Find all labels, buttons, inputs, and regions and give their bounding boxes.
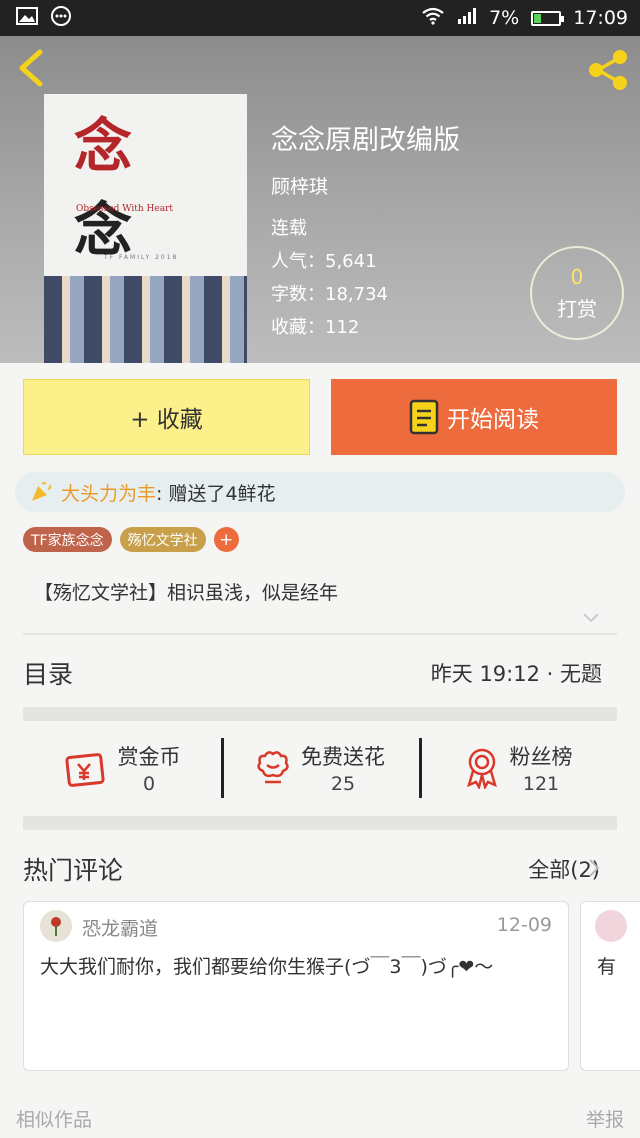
battery-icon: [531, 10, 565, 26]
chevron-left-icon: [19, 49, 43, 87]
report-link[interactable]: 举报: [586, 1105, 624, 1132]
section-band: [23, 816, 617, 830]
share-button[interactable]: [586, 48, 630, 92]
cover-title: 念念: [74, 112, 132, 264]
favorite-button[interactable]: + 收藏: [23, 379, 310, 455]
book-cover[interactable]: 念念 Obsessed With Heart TF FAMILY 2018: [44, 94, 247, 363]
toc-latest-chapter[interactable]: 昨天 19:12 · 无题: [431, 658, 602, 688]
book-author[interactable]: 顾梓琪: [271, 172, 328, 199]
comment-body: 有: [597, 956, 617, 978]
stat-gold-coins[interactable]: 赏金币 0: [23, 722, 221, 814]
section-band: [23, 707, 617, 721]
start-reading-label: 开始阅读: [447, 407, 539, 433]
comment-user[interactable]: 恐龙霸道: [82, 914, 158, 941]
book-title: 念念原剧改编版: [271, 125, 460, 156]
comment-body: 大大我们耐你，我们都要给你生猴子(づ￣3￣)づ╭❤～: [40, 956, 494, 978]
cover-small-text: TF FAMILY 2018: [104, 254, 179, 261]
toc-title[interactable]: 目录: [23, 655, 73, 691]
cover-group-photo: [44, 276, 247, 363]
gift-text: : 赠送了4鲜花: [156, 482, 276, 505]
avatar[interactable]: [40, 910, 72, 942]
stat-fan-ranking[interactable]: 粉丝榜 121: [419, 722, 617, 814]
status-bar: 7% 17:09: [0, 0, 640, 36]
book-header: 念念 Obsessed With Heart TF FAMILY 2018 念念…: [0, 36, 640, 363]
tag-literary-club[interactable]: 殇忆文学社: [119, 527, 206, 552]
battery-percent: 7%: [489, 7, 520, 29]
stat-value: 25: [330, 773, 356, 795]
add-tag-button[interactable]: +: [213, 527, 239, 552]
divider: [23, 633, 617, 635]
signal-icon: [457, 7, 477, 30]
share-icon: [589, 50, 627, 90]
flower-icon: [257, 751, 289, 784]
hot-comments-title: 热门评论: [23, 856, 124, 885]
gift-user: 大头力为丰: [61, 482, 157, 505]
book-icon: [409, 399, 439, 435]
tag-tf-family[interactable]: TF家族念念: [23, 527, 112, 552]
stat-label: 免费送花: [301, 745, 385, 769]
gallery-icon: [16, 6, 38, 30]
stat-free-flowers[interactable]: 免费送花 25: [221, 722, 419, 814]
gift-notice[interactable]: 大头力为丰 : 赠送了4鲜花: [15, 472, 625, 512]
book-intro: 【殇忆文学社】相识虽浅，似是经年: [34, 582, 339, 604]
cover-subtitle: Obsessed With Heart: [76, 204, 173, 214]
book-popularity: 人气：5,641: [271, 251, 377, 272]
red-envelope-icon: [64, 753, 105, 787]
party-popper-icon: [32, 482, 52, 501]
book-word-count: 字数：18,734: [271, 284, 388, 305]
stat-value: 0: [142, 773, 156, 795]
comment-card[interactable]: 恐龙霸道 12-09 大大我们耐你，我们都要给你生猴子(づ￣3￣)づ╭❤～: [23, 901, 569, 1071]
reward-count: 0: [570, 264, 584, 289]
clock: 17:09: [573, 7, 628, 29]
start-reading-button[interactable]: 开始阅读: [331, 379, 617, 455]
message-icon: [50, 5, 72, 32]
avatar[interactable]: [595, 910, 627, 942]
rose-icon: [51, 917, 61, 936]
chevron-down-icon[interactable]: [582, 612, 600, 624]
support-stats: 赏金币 0 免费送花 25 粉丝榜 121: [23, 722, 617, 814]
stat-label: 赏金币: [117, 745, 181, 769]
book-status: 连载: [271, 218, 307, 239]
comment-date: 12-09: [496, 914, 552, 936]
wifi-icon: [421, 7, 445, 30]
book-favorites: 收藏：112: [271, 317, 360, 338]
stat-value: 121: [522, 773, 560, 795]
similar-works-title: 相似作品: [16, 1109, 93, 1131]
stat-label: 粉丝榜: [509, 745, 573, 769]
chevron-right-icon[interactable]: [588, 858, 600, 878]
comment-card[interactable]: 有: [580, 901, 640, 1071]
chevron-right-icon[interactable]: [588, 662, 600, 682]
back-button[interactable]: [14, 48, 48, 88]
medal-icon: [466, 748, 497, 789]
reward-button[interactable]: 0 打赏: [530, 246, 624, 340]
tag-list: TF家族念念 殇忆文学社 +: [23, 527, 239, 552]
reward-label: 打赏: [557, 296, 597, 321]
favorite-button-label: + 收藏: [130, 407, 203, 433]
